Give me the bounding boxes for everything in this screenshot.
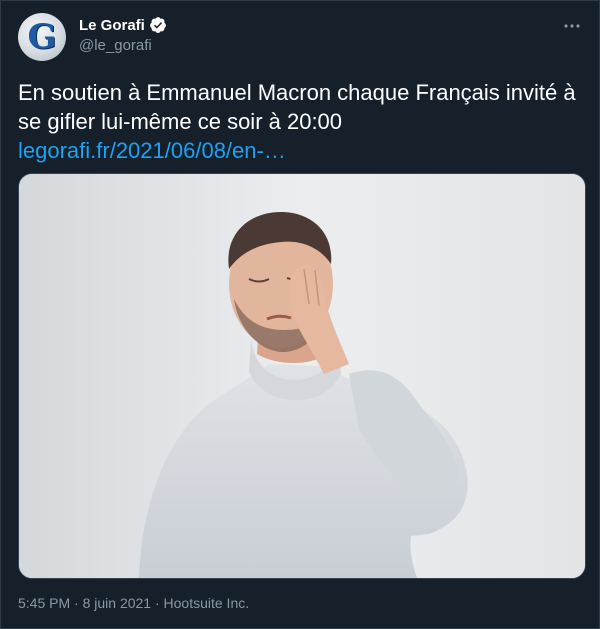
tweet-text: En soutien à Emmanuel Macron chaque Fran… [18, 80, 576, 134]
photo-man-hand-on-cheek [19, 174, 585, 578]
tweet-card: G Le Gorafi @le_gorafi En soutien à Emma… [0, 0, 600, 629]
tweet-link[interactable]: legorafi.fr/2021/06/08/en-… [18, 136, 588, 165]
verified-badge-icon [149, 17, 166, 33]
tweet-timestamp-source[interactable]: 5:45 PM · 8 juin 2021 · Hootsuite Inc. [18, 595, 249, 611]
author-handle[interactable]: @le_gorafi [79, 37, 152, 54]
author-name-row: Le Gorafi [79, 16, 167, 34]
avatar[interactable]: G [18, 13, 66, 61]
tweet-body: En soutien à Emmanuel Macron chaque Fran… [18, 78, 588, 165]
avatar-logo: G [27, 17, 57, 57]
more-options-button[interactable] [561, 15, 583, 37]
more-options-icon [564, 24, 580, 28]
author-display-name[interactable]: Le Gorafi [79, 17, 145, 34]
tweet-media-photo[interactable] [18, 173, 586, 579]
